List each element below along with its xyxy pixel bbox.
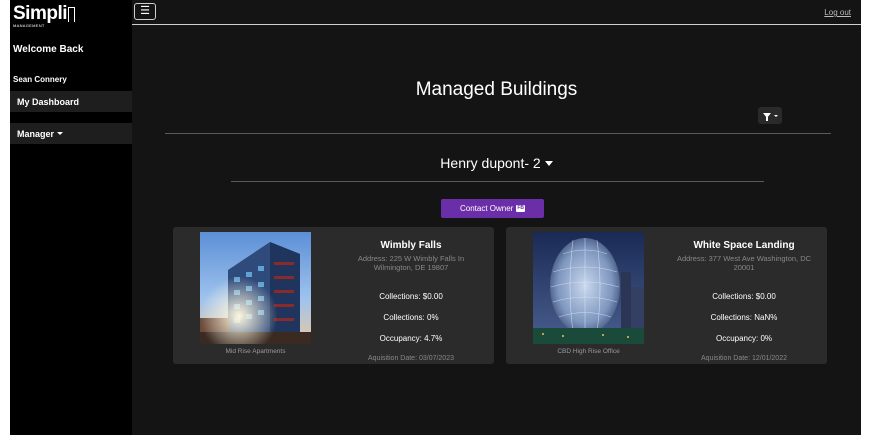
chevron-down-icon bbox=[544, 160, 553, 166]
page-title: Managed Buildings bbox=[415, 79, 578, 100]
building-address: Address: 377 West Ave Washington, DC 200… bbox=[676, 254, 812, 272]
building-logo-icon bbox=[68, 7, 76, 22]
divider bbox=[165, 133, 831, 134]
building-name[interactable]: White Space Landing bbox=[673, 240, 815, 251]
building-info: White Space Landing Address: 377 West Av… bbox=[673, 240, 815, 362]
occupancy: Occupancy: 0% bbox=[715, 334, 773, 343]
collections-percent: Collections: NaN% bbox=[710, 313, 778, 322]
acquisition-date: Aquisition Date: 03/07/2023 bbox=[367, 355, 454, 362]
building-info: Wimbly Falls Address: 225 W Wimbly Falls… bbox=[340, 240, 482, 362]
facebook-icon: FB bbox=[516, 205, 526, 212]
logout-link[interactable]: Log out bbox=[824, 8, 851, 17]
app-logo[interactable]: Simpli MANAGEMENT bbox=[13, 3, 76, 28]
building-address: Address: 225 W Wimbly Falls In Wilmingto… bbox=[357, 254, 465, 272]
building-photo[interactable] bbox=[533, 232, 644, 344]
contact-owner-label: Contact Owner bbox=[459, 204, 514, 213]
sidebar-item-manager[interactable]: Manager bbox=[10, 123, 132, 144]
logo-text: Simpli bbox=[13, 3, 68, 24]
owner-name: Henry dupont- 2 bbox=[440, 155, 541, 171]
contact-owner-button[interactable]: Contact Owner FB bbox=[441, 199, 544, 218]
occupancy: Occupancy: 4.7% bbox=[379, 334, 443, 343]
building-name[interactable]: Wimbly Falls bbox=[340, 240, 482, 251]
divider bbox=[231, 181, 764, 182]
acquisition-date: Aquisition Date: 12/01/2022 bbox=[700, 355, 787, 362]
building-type: Mid Rise Apartments bbox=[225, 348, 286, 355]
chevron-down-icon bbox=[57, 132, 64, 135]
sidebar-item-label: Manager bbox=[17, 128, 55, 139]
filter-icon bbox=[762, 113, 771, 121]
top-bar: ☰ Log out bbox=[132, 0, 861, 25]
building-card[interactable]: CBD High Rise Office White Space Landing… bbox=[506, 227, 827, 364]
user-name: Sean Connery bbox=[13, 75, 67, 84]
app-frame: Simpli MANAGEMENT Welcome Back Sean Conn… bbox=[10, 0, 861, 435]
chevron-down-icon bbox=[773, 114, 778, 117]
sidebar: Simpli MANAGEMENT Welcome Back Sean Conn… bbox=[10, 0, 132, 435]
building-photo[interactable] bbox=[200, 232, 311, 344]
building-card[interactable]: Mid Rise Apartments Wimbly Falls Address… bbox=[173, 227, 494, 364]
collections-amount: Collections: $0.00 bbox=[712, 292, 776, 301]
menu-toggle-button[interactable]: ☰ bbox=[134, 3, 156, 20]
filter-dropdown-button[interactable] bbox=[758, 107, 782, 124]
welcome-text: Welcome Back bbox=[13, 44, 84, 55]
hamburger-icon: ☰ bbox=[140, 5, 150, 17]
sidebar-item-label: My Dashboard bbox=[17, 96, 80, 107]
collections-percent: Collections: 0% bbox=[383, 313, 439, 322]
collections-amount: Collections: $0.00 bbox=[379, 292, 443, 301]
owner-selector[interactable]: Henry dupont- 2 bbox=[132, 155, 861, 171]
building-type: CBD High Rise Office bbox=[557, 348, 620, 355]
sidebar-item-my-dashboard[interactable]: My Dashboard bbox=[10, 91, 132, 112]
